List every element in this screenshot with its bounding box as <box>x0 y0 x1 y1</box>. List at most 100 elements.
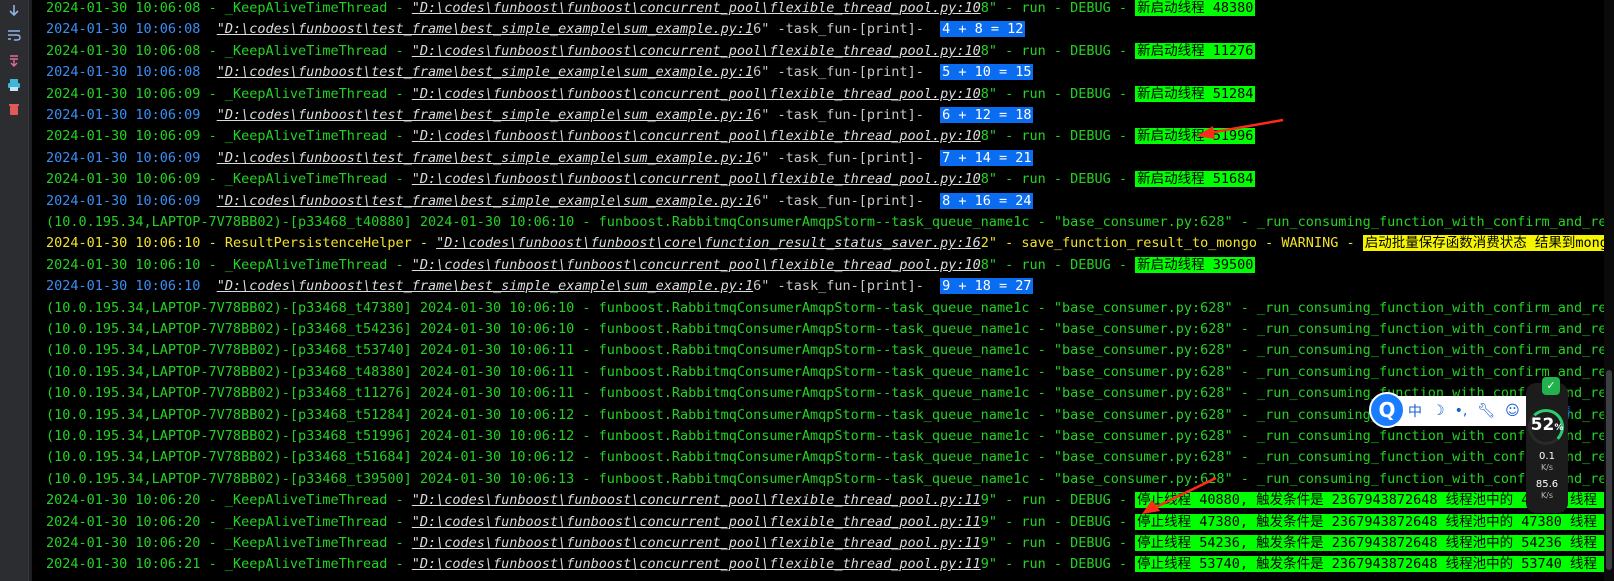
log-thread: - _KeepAliveTimeThread - <box>200 42 412 59</box>
log-timestamp: 2024-01-30 10:06:09 <box>46 149 201 166</box>
log-separator <box>200 278 216 294</box>
log-level: 8" - run - DEBUG - <box>980 256 1136 273</box>
file-link[interactable]: "D:\codes\funboost\funboost\concurrent_p… <box>412 514 981 530</box>
log-line: 2024-01-30 10:06:08 "D:\codes\funboost\t… <box>46 18 1026 40</box>
log-thread: - _KeepAliveTimeThread - <box>200 0 412 16</box>
log-message: 新启动线程 51284 <box>1135 85 1256 102</box>
log-source: 6" -task_fun-[print]- <box>753 64 941 81</box>
file-link[interactable]: "D:\codes\funboost\test_frame\best_simpl… <box>217 107 753 123</box>
file-link[interactable]: "D:\codes\funboost\funboost\concurrent_p… <box>412 128 981 144</box>
print-icon[interactable] <box>5 76 23 94</box>
download-unit: K/s <box>1540 491 1554 500</box>
emoji-icon[interactable]: ☺ <box>1505 403 1520 419</box>
log-level: 9" - run - DEBUG - <box>980 535 1136 551</box>
log-level: 8" - run - DEBUG - <box>980 171 1136 188</box>
print-output: 5 + 10 = 15 <box>940 64 1034 81</box>
system-monitor-widget[interactable]: ✓ 52% 0.1 K/s 85.6 K/s <box>1526 377 1568 513</box>
console-scrollbar[interactable] <box>1604 0 1614 581</box>
soft-wrap-icon[interactable] <box>5 26 23 44</box>
download-rate: 85.6 K/s <box>1526 479 1568 501</box>
file-link[interactable]: "D:\codes\funboost\test_frame\best_simpl… <box>217 21 753 37</box>
log-timestamp: 2024-01-30 10:06:09 <box>46 128 201 145</box>
log-separator <box>200 64 216 80</box>
upload-rate: 0.1 K/s <box>1526 451 1568 473</box>
annotation-arrow-bottom <box>1142 476 1217 514</box>
log-thread: - _KeepAliveTimeThread - <box>200 85 412 102</box>
file-link[interactable]: "D:\codes\funboost\funboost\concurrent_p… <box>412 0 981 16</box>
file-link[interactable]: "D:\codes\funboost\funboost\concurrent_p… <box>412 556 981 572</box>
log-line: 2024-01-30 10:06:10 - _KeepAliveTimeThre… <box>46 254 1256 276</box>
log-level: 8" - run - DEBUG - <box>980 0 1136 16</box>
log-line: 2024-01-30 10:06:09 - _KeepAliveTimeThre… <box>46 125 1256 147</box>
console-toolbar <box>0 0 29 581</box>
log-line: 2024-01-30 10:06:09 "D:\codes\funboost\t… <box>46 190 1034 212</box>
log-timestamp: 2024-01-30 10:06:09 <box>46 171 201 188</box>
scroll-to-end-icon[interactable] <box>5 52 23 70</box>
log-level: 8" - run - DEBUG - <box>980 42 1136 59</box>
file-link[interactable]: "D:\codes\funboost\funboost\concurrent_p… <box>412 86 981 102</box>
ime-logo-letter: Q <box>1378 398 1396 422</box>
log-timestamp: 2024-01-30 10:06:10 <box>46 278 201 295</box>
log-timestamp: 2024-01-30 10:06:20 <box>46 513 201 530</box>
log-timestamp: 2024-01-30 10:06:20 <box>46 535 201 551</box>
log-source: 6" -task_fun-[print]- <box>753 192 941 209</box>
log-line: 2024-01-30 10:06:20 - _KeepAliveTimeThre… <box>46 489 1614 511</box>
file-link[interactable]: "D:\codes\funboost\test_frame\best_simpl… <box>217 193 753 209</box>
consumer-log-text: (10.0.195.34,LAPTOP-7V78BB02)-[p33468_t5… <box>46 449 1614 466</box>
log-line: 2024-01-30 10:06:21 - _KeepAliveTimeThre… <box>46 553 1614 575</box>
cpu-percent: 52% <box>1526 415 1568 435</box>
moon-icon[interactable]: ☽ <box>1432 403 1445 419</box>
log-line: 2024-01-30 10:06:08 - _KeepAliveTimeThre… <box>46 0 1256 19</box>
trash-icon[interactable] <box>5 100 23 118</box>
log-message: 新启动线程 39500 <box>1135 256 1256 273</box>
file-link[interactable]: "D:\codes\funboost\test_frame\best_simpl… <box>217 64 753 80</box>
scroll-down-icon[interactable] <box>5 2 23 20</box>
log-line: (10.0.195.34,LAPTOP-7V78BB02)-[p33468_t4… <box>46 297 1614 319</box>
log-line: 2024-01-30 10:06:10 "D:\codes\funboost\t… <box>46 275 1034 297</box>
log-message: 停止线程 53740, 触发条件是 2367943872648 线程池中的 53… <box>1135 556 1614 573</box>
log-timestamp: 2024-01-30 10:06:08 <box>46 42 201 59</box>
log-line: 2024-01-30 10:06:20 - _KeepAliveTimeThre… <box>46 532 1614 554</box>
ime-mode-toggle[interactable]: 中 <box>1408 401 1422 421</box>
log-message: 新启动线程 51684 <box>1135 171 1256 188</box>
log-thread: - _KeepAliveTimeThread - <box>200 513 412 530</box>
log-line: (10.0.195.34,LAPTOP-7V78BB02)-[p33468_t4… <box>46 361 1614 383</box>
log-message: 停止线程 54236, 触发条件是 2367943872648 线程池中的 54… <box>1135 535 1614 551</box>
log-line: (10.0.195.34,LAPTOP-7V78BB02)-[p33468_t5… <box>46 425 1614 447</box>
file-link[interactable]: "D:\codes\funboost\funboost\concurrent_p… <box>412 492 981 508</box>
print-output: 4 + 8 = 12 <box>940 21 1026 38</box>
log-source: 6" -task_fun-[print]- <box>753 278 941 295</box>
file-link[interactable]: "D:\codes\funboost\funboost\concurrent_p… <box>412 171 981 187</box>
file-link[interactable]: "D:\codes\funboost\funboost\core\functio… <box>436 235 981 251</box>
consumer-log-text: (10.0.195.34,LAPTOP-7V78BB02)-[p33468_t5… <box>46 321 1614 337</box>
warning-message: 启动批量保存函数消费状态 结果到mongo的 <box>1362 235 1614 252</box>
upload-value: 0.1 <box>1539 451 1555 462</box>
log-timestamp: 2024-01-30 10:06:21 <box>46 556 201 573</box>
log-level: 9" - run - DEBUG - <box>980 492 1136 509</box>
log-thread: - _KeepAliveTimeThread - <box>200 128 412 145</box>
scrollbar-thumb[interactable] <box>1606 370 1612 570</box>
log-separator <box>200 21 216 37</box>
log-timestamp: 2024-01-30 10:06:10 <box>46 235 201 252</box>
log-line: (10.0.195.34,LAPTOP-7V78BB02)-[p33468_t5… <box>46 446 1614 468</box>
file-link[interactable]: "D:\codes\funboost\funboost\concurrent_p… <box>412 535 981 551</box>
log-level: 9" - run - DEBUG - <box>980 513 1136 530</box>
log-line: 2024-01-30 10:06:08 "D:\codes\funboost\t… <box>46 61 1034 83</box>
ime-logo-icon[interactable]: Q <box>1369 392 1405 428</box>
file-link[interactable]: "D:\codes\funboost\test_frame\best_simpl… <box>217 150 753 166</box>
log-timestamp: 2024-01-30 10:06:10 <box>46 256 201 273</box>
run-console[interactable]: 2024-01-30 10:06:08 - _KeepAliveTimeThre… <box>32 0 1614 581</box>
log-thread: - _KeepAliveTimeThread - <box>200 492 412 509</box>
punctuation-icon[interactable]: •, <box>1455 403 1468 419</box>
wrench-icon[interactable]: 🔧︎ <box>1477 403 1495 419</box>
log-line: 2024-01-30 10:06:10 - ResultPersistenceH… <box>46 232 1614 254</box>
log-timestamp: 2024-01-30 10:06:09 <box>46 192 201 209</box>
log-thread: - _KeepAliveTimeThread - <box>200 256 412 273</box>
file-link[interactable]: "D:\codes\funboost\test_frame\best_simpl… <box>217 278 753 294</box>
annotation-arrow-top <box>1197 118 1284 139</box>
file-link[interactable]: "D:\codes\funboost\funboost\concurrent_p… <box>412 257 981 273</box>
log-line: 2024-01-30 10:06:08 - _KeepAliveTimeThre… <box>46 40 1256 62</box>
log-source: 6" -task_fun-[print]- <box>753 149 941 166</box>
file-link[interactable]: "D:\codes\funboost\funboost\concurrent_p… <box>412 43 981 59</box>
log-line: (10.0.195.34,LAPTOP-7V78BB02)-[p33468_t5… <box>46 318 1614 340</box>
